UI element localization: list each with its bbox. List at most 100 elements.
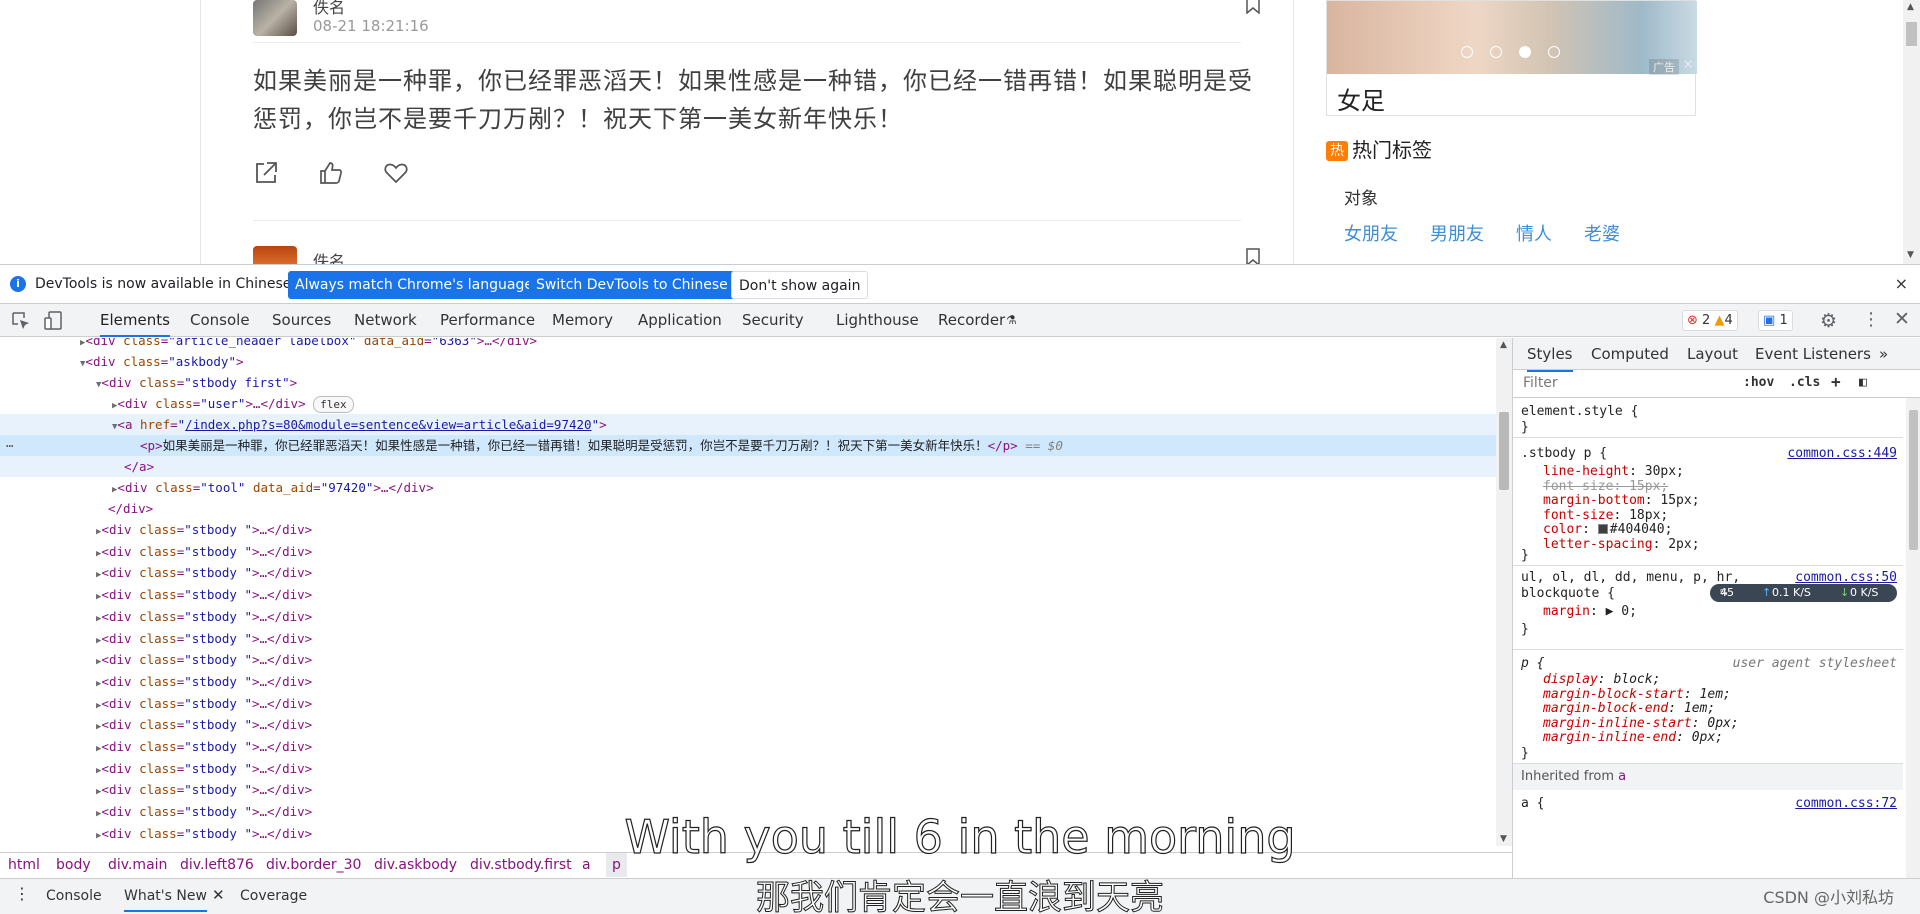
rule-selector[interactable]: .stbody p { bbox=[1521, 446, 1607, 461]
dom-node[interactable]: ▶<div class="stbody ">…</div> bbox=[0, 779, 1496, 800]
tab-event-listeners[interactable]: Event Listeners bbox=[1755, 338, 1871, 370]
dom-node[interactable]: ▶<div class="stbody ">…</div> bbox=[0, 671, 1496, 692]
heart-icon[interactable] bbox=[383, 160, 409, 186]
rule-source-link[interactable]: common.css:72 bbox=[1795, 796, 1897, 811]
style-declaration[interactable]: margin: ▶ 0; bbox=[1543, 604, 1637, 619]
dom-node[interactable]: ▶<div class="stbody ">…</div> bbox=[0, 541, 1496, 562]
close-devtools-icon[interactable]: ✕ bbox=[1894, 308, 1910, 330]
rule-selector[interactable]: a { bbox=[1521, 796, 1544, 811]
rule-source-link[interactable]: common.css:50 bbox=[1795, 570, 1897, 585]
sidebar-toggle-icon[interactable]: ◧ bbox=[1859, 375, 1867, 390]
post-author[interactable]: 佚名 bbox=[313, 248, 345, 264]
dont-show-again-button[interactable]: Don't show again bbox=[731, 271, 869, 299]
more-actions-icon[interactable]: ⋯ bbox=[6, 435, 14, 456]
avatar[interactable] bbox=[253, 0, 297, 36]
dom-node[interactable]: ▶<div class="article_header labelbox" da… bbox=[0, 338, 1496, 351]
dom-node[interactable]: ▶<div class="stbody ">…</div> bbox=[0, 562, 1496, 583]
rule-selector[interactable]: ul, ol, dl, dd, menu, p, hr, bbox=[1521, 570, 1740, 585]
dom-node[interactable]: ▶<div class="tool" data_aid="97420">…</d… bbox=[0, 477, 1496, 498]
tab-lighthouse[interactable]: Lighthouse bbox=[836, 304, 919, 337]
style-declaration[interactable]: color: #404040; bbox=[1543, 522, 1672, 537]
ad-banner[interactable]: 广告 × 女足 bbox=[1326, 0, 1697, 116]
rule-selector[interactable]: blockquote { bbox=[1521, 586, 1615, 601]
scroll-up-icon[interactable]: ▲ bbox=[1500, 340, 1507, 350]
always-match-language-button[interactable]: Always match Chrome's language bbox=[288, 271, 540, 299]
tab-layout[interactable]: Layout bbox=[1687, 338, 1738, 370]
scrollbar-thumb[interactable] bbox=[1906, 22, 1917, 46]
tab-console[interactable]: Console bbox=[190, 304, 250, 337]
carousel-dot[interactable] bbox=[1461, 46, 1473, 58]
styles-scrollbar[interactable] bbox=[1906, 398, 1920, 878]
page-scrollbar[interactable]: ▲ ▼ bbox=[1903, 0, 1920, 264]
dom-node[interactable]: ▶<div class="stbody ">…</div> bbox=[0, 758, 1496, 779]
elements-tree[interactable]: ▶<div class="article_header labelbox" da… bbox=[0, 338, 1496, 846]
scroll-up-icon[interactable]: ▲ bbox=[1907, 2, 1914, 12]
issues-counter[interactable]: ⊗ 2 ▲4 bbox=[1682, 310, 1738, 331]
post-text[interactable]: 如果美丽是一种罪，你已经罪恶滔天！如果性感是一种错，你已经一错再错！如果聪明是受… bbox=[253, 62, 1253, 138]
scrollbar-thumb[interactable] bbox=[1909, 410, 1918, 550]
rule-selector[interactable]: element.style { bbox=[1521, 404, 1638, 419]
close-icon[interactable]: × bbox=[1683, 57, 1693, 71]
flex-badge[interactable]: flex bbox=[313, 396, 354, 413]
tab-application[interactable]: Application bbox=[638, 304, 722, 337]
carousel-dot-active[interactable] bbox=[1519, 46, 1531, 58]
switch-to-chinese-button[interactable]: Switch DevTools to Chinese bbox=[529, 271, 735, 299]
rule-selector[interactable]: p { bbox=[1521, 656, 1544, 671]
dom-node[interactable]: ▼<a href="/index.php?s=80&module=sentenc… bbox=[0, 414, 1496, 435]
dom-node[interactable]: ▶<div class="stbody ">…</div> bbox=[0, 736, 1496, 757]
color-swatch[interactable] bbox=[1597, 524, 1608, 534]
messages-counter[interactable]: ▣ 1 bbox=[1758, 310, 1793, 331]
class-toggle[interactable]: .cls bbox=[1789, 375, 1820, 390]
dom-node[interactable]: ▶<div class="stbody ">…</div> bbox=[0, 693, 1496, 714]
banner-caption[interactable]: 女足 bbox=[1337, 81, 1385, 116]
tag-link[interactable]: 情人 bbox=[1516, 224, 1552, 245]
close-icon[interactable]: × bbox=[1895, 274, 1908, 293]
gear-icon[interactable]: ⚙ bbox=[1820, 310, 1837, 332]
post-author[interactable]: 佚名 bbox=[313, 0, 345, 18]
dom-node[interactable]: </a> bbox=[0, 456, 1496, 477]
more-tabs-icon[interactable]: » bbox=[1879, 338, 1888, 370]
style-declaration[interactable]: margin-bottom: 15px; bbox=[1543, 493, 1700, 508]
dom-node[interactable]: ▶<div class="stbody ">…</div> bbox=[0, 649, 1496, 670]
inspect-element-icon[interactable] bbox=[12, 312, 30, 334]
tab-performance[interactable]: Performance bbox=[440, 304, 535, 337]
dom-node[interactable]: ▶<div class="user">…</div> flex bbox=[0, 393, 1496, 414]
dom-node[interactable]: ▼<div class="stbody first"> bbox=[0, 372, 1496, 393]
carousel-dot[interactable] bbox=[1490, 46, 1502, 58]
banner-image[interactable] bbox=[1327, 1, 1697, 74]
filter-input[interactable]: Filter bbox=[1523, 375, 1558, 391]
tab-security[interactable]: Security bbox=[742, 304, 804, 337]
scroll-down-icon[interactable]: ▼ bbox=[1907, 250, 1914, 260]
style-declaration[interactable]: letter-spacing: 2px; bbox=[1543, 537, 1700, 552]
dom-node[interactable]: ▶<div class="stbody ">…</div> bbox=[0, 519, 1496, 540]
dom-node-selected[interactable]: ⋯ <p>如果美丽是一种罪，你已经罪恶滔天！如果性感是一种错，你已经一错再错！如… bbox=[0, 435, 1496, 456]
bookmark-icon[interactable] bbox=[1245, 0, 1261, 14]
share-icon[interactable] bbox=[253, 160, 279, 186]
dom-node[interactable]: ▶<div class="stbody ">…</div> bbox=[0, 584, 1496, 605]
thumbs-up-icon[interactable] bbox=[318, 160, 344, 186]
tab-styles[interactable]: Styles bbox=[1527, 338, 1573, 372]
tag-link[interactable]: 男朋友 bbox=[1430, 224, 1484, 245]
carousel-dot[interactable] bbox=[1548, 46, 1560, 58]
dom-node[interactable]: ▶<div class="stbody ">…</div> bbox=[0, 628, 1496, 649]
tag-link[interactable]: 老婆 bbox=[1584, 224, 1620, 245]
tag-link[interactable]: 女朋友 bbox=[1344, 224, 1398, 245]
tab-memory[interactable]: Memory bbox=[552, 304, 613, 337]
rule-source-link[interactable]: common.css:449 bbox=[1787, 446, 1897, 461]
dom-node[interactable]: ▶<div class="stbody ">…</div> bbox=[0, 606, 1496, 627]
href-link[interactable]: /index.php?s=80&module=sentence&view=art… bbox=[185, 417, 591, 432]
dom-node[interactable]: ▼<div class="askbody"> bbox=[0, 351, 1496, 372]
style-declaration[interactable]: font-size: 18px; bbox=[1543, 508, 1668, 523]
tab-sources[interactable]: Sources bbox=[272, 304, 331, 337]
tab-computed[interactable]: Computed bbox=[1591, 338, 1669, 370]
device-toolbar-icon[interactable] bbox=[44, 311, 64, 335]
hover-state-toggle[interactable]: :hov bbox=[1743, 375, 1774, 390]
dom-node[interactable]: </div> bbox=[0, 498, 1496, 519]
tab-network[interactable]: Network bbox=[354, 304, 417, 337]
avatar[interactable] bbox=[253, 246, 297, 264]
more-menu-icon[interactable]: ⋮ bbox=[1862, 309, 1880, 330]
style-declaration[interactable]: font-size: 15px; bbox=[1543, 479, 1668, 494]
inherited-tag[interactable]: a bbox=[1618, 769, 1626, 784]
new-rule-icon[interactable]: + bbox=[1831, 372, 1841, 391]
bookmark-icon[interactable] bbox=[1245, 248, 1261, 264]
